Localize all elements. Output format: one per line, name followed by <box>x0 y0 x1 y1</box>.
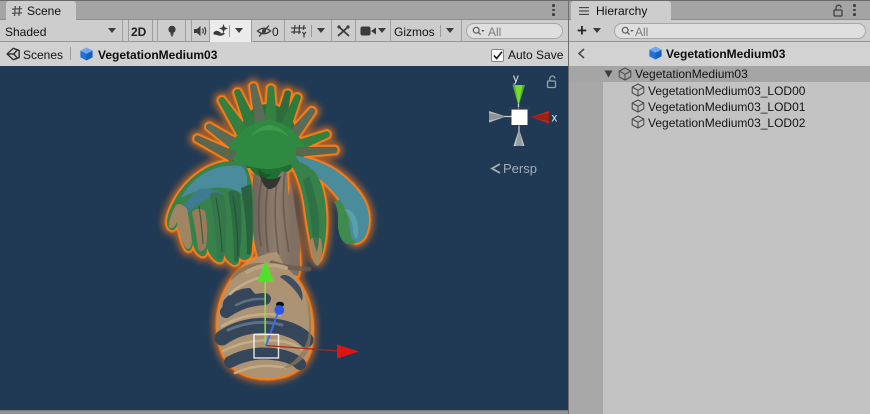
svg-text:y: y <box>513 73 519 85</box>
svg-text:x: x <box>552 113 558 125</box>
svg-text:Persp: Persp <box>503 161 537 176</box>
